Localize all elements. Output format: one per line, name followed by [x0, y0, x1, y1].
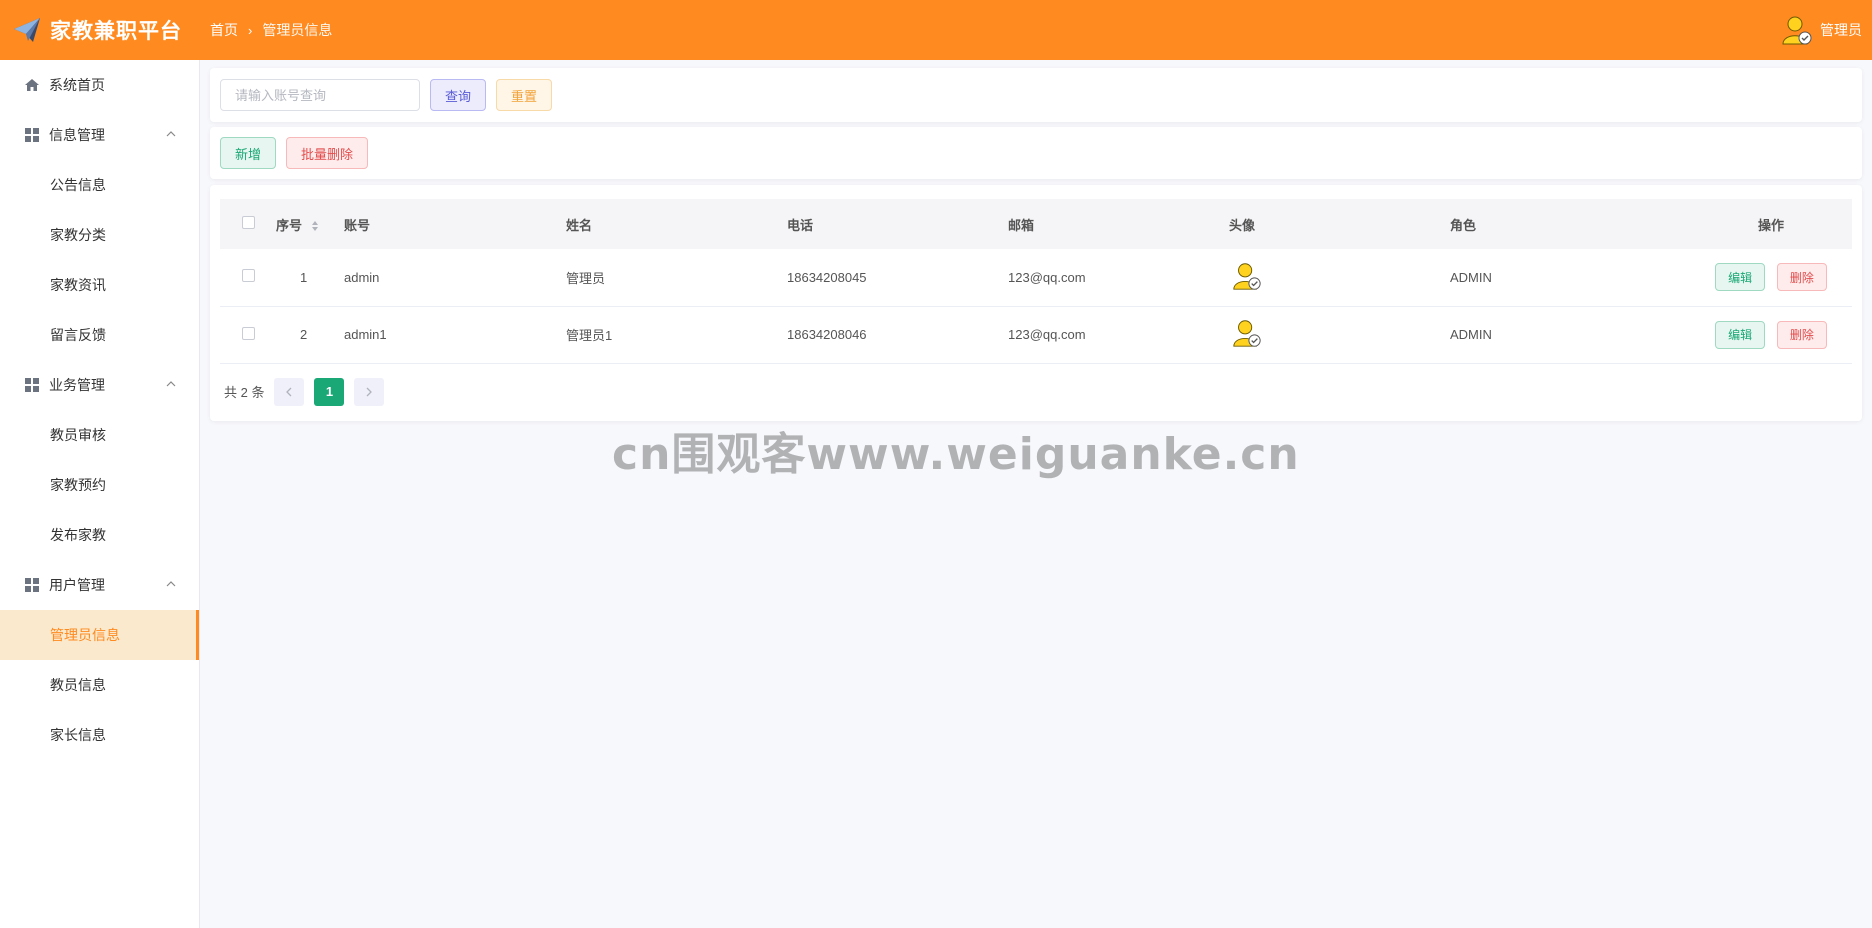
- row-phone: 18634208045: [787, 269, 867, 285]
- paper-plane-icon: [14, 18, 40, 42]
- table-row: 2 admin1 管理员1 18634208046 123@qq.com ADM…: [220, 306, 1852, 363]
- chevron-up-icon: [166, 381, 176, 387]
- sidebar: 系统首页 信息管理 公告信息 家教分类 家教资讯 留言反馈 业务管理 教员审核 …: [0, 60, 200, 928]
- column-header-index[interactable]: 序号: [276, 199, 344, 249]
- prev-page-button[interactable]: [274, 377, 305, 406]
- sidebar-item-categories[interactable]: 家教分类: [0, 210, 199, 260]
- page-number-button[interactable]: 1: [314, 377, 345, 406]
- sidebar-group-label: 业务管理: [49, 377, 105, 393]
- breadcrumb-home[interactable]: 首页: [210, 20, 238, 40]
- main-content: 查询 重置 新增 批量删除 序号 账号 姓名 电话: [210, 68, 1862, 421]
- sidebar-item-publish[interactable]: 发布家教: [0, 510, 199, 560]
- breadcrumb-current: 管理员信息: [262, 22, 333, 38]
- admin-table: 序号 账号 姓名 电话 邮箱 头像 角色 操作 1 admin 管理员 1863…: [220, 199, 1852, 364]
- row-account: admin1: [344, 327, 387, 342]
- row-name: 管理员: [566, 270, 606, 286]
- query-button[interactable]: 查询: [430, 79, 487, 111]
- sidebar-group-business[interactable]: 业务管理: [0, 360, 199, 410]
- row-name: 管理员1: [566, 328, 613, 343]
- row-account: admin: [344, 269, 380, 285]
- sidebar-item-appointments[interactable]: 家教预约: [0, 460, 199, 510]
- chevron-right-icon: ›: [248, 22, 253, 38]
- sidebar-item-home[interactable]: 系统首页: [0, 60, 199, 110]
- sidebar-item-news[interactable]: 家教资讯: [0, 260, 199, 310]
- sidebar-item-parent-info[interactable]: 家长信息: [0, 710, 199, 760]
- column-header-actions: 操作: [1757, 217, 1784, 233]
- table-row: 1 admin 管理员 18634208045 123@qq.com ADMIN: [220, 249, 1852, 306]
- row-role: ADMIN: [1450, 269, 1492, 285]
- app-title: 家教兼职平台: [50, 20, 182, 43]
- user-menu[interactable]: 管理员: [1780, 13, 1862, 47]
- sidebar-item-label: 系统首页: [49, 77, 105, 93]
- row-checkbox[interactable]: [242, 269, 255, 283]
- account-search-input[interactable]: [220, 79, 420, 111]
- sidebar-group-info[interactable]: 信息管理: [0, 110, 199, 160]
- sidebar-item-admin-info[interactable]: 管理员信息: [0, 610, 199, 660]
- reset-button[interactable]: 重置: [496, 79, 553, 111]
- row-index: 2: [300, 327, 308, 342]
- pagination: 共 2 条 1: [220, 364, 1852, 420]
- row-role: ADMIN: [1450, 327, 1492, 342]
- edit-button[interactable]: 编辑: [1715, 320, 1766, 349]
- user-avatar-icon: [1233, 320, 1261, 347]
- chevron-right-icon: [367, 387, 373, 396]
- add-button[interactable]: 新增: [220, 137, 277, 169]
- table-header-row: 序号 账号 姓名 电话 邮箱 头像 角色 操作: [220, 199, 1852, 249]
- action-bar: 新增 批量删除: [210, 127, 1862, 179]
- user-avatar-icon: [1233, 263, 1261, 290]
- search-bar: 查询 重置: [210, 68, 1862, 122]
- row-index: 1: [300, 269, 308, 285]
- column-header-account: 账号: [344, 217, 371, 233]
- column-header-name: 姓名: [566, 217, 593, 233]
- row-email: 123@qq.com: [1008, 327, 1086, 342]
- column-header-label: 序号: [276, 217, 303, 233]
- home-icon: [25, 79, 39, 91]
- column-header-phone: 电话: [787, 217, 814, 233]
- select-all-checkbox[interactable]: [242, 216, 255, 229]
- edit-button[interactable]: 编辑: [1715, 263, 1766, 292]
- watermark-text: cn围观客www.weiguanke.cn: [612, 429, 1300, 480]
- next-page-button[interactable]: [354, 377, 385, 406]
- grid-icon: [25, 578, 39, 592]
- top-header: 家教兼职平台 首页 › 管理员信息 管理员: [0, 0, 1872, 60]
- sidebar-item-announcements[interactable]: 公告信息: [0, 160, 199, 210]
- app-logo[interactable]: 家教兼职平台: [0, 15, 200, 45]
- grid-icon: [25, 128, 39, 142]
- column-header-avatar: 头像: [1229, 217, 1256, 233]
- sidebar-item-teacher-info[interactable]: 教员信息: [0, 660, 199, 710]
- delete-button[interactable]: 删除: [1776, 263, 1827, 292]
- user-name: 管理员: [1820, 22, 1862, 38]
- user-avatar-icon: [1782, 16, 1812, 45]
- sidebar-item-teacher-review[interactable]: 教员审核: [0, 410, 199, 460]
- batch-delete-button[interactable]: 批量删除: [286, 137, 369, 169]
- chevron-left-icon: [286, 387, 292, 396]
- grid-icon: [25, 378, 39, 392]
- sidebar-group-users[interactable]: 用户管理: [0, 560, 199, 610]
- column-header-email: 邮箱: [1008, 217, 1035, 233]
- delete-button[interactable]: 删除: [1776, 320, 1827, 349]
- sort-icon[interactable]: [310, 219, 320, 233]
- pagination-total: 共 2 条: [224, 385, 265, 400]
- chevron-up-icon: [166, 581, 176, 587]
- breadcrumb: 首页 › 管理员信息: [210, 20, 332, 40]
- chevron-up-icon: [166, 131, 176, 137]
- admin-table-card: 序号 账号 姓名 电话 邮箱 头像 角色 操作 1 admin 管理员 1863…: [210, 185, 1862, 421]
- row-phone: 18634208046: [787, 327, 867, 342]
- column-header-role: 角色: [1450, 217, 1477, 233]
- sidebar-group-label: 信息管理: [49, 127, 105, 143]
- sidebar-item-feedback[interactable]: 留言反馈: [0, 310, 199, 360]
- sidebar-group-label: 用户管理: [49, 577, 105, 593]
- row-checkbox[interactable]: [242, 326, 255, 340]
- row-email: 123@qq.com: [1008, 269, 1086, 285]
